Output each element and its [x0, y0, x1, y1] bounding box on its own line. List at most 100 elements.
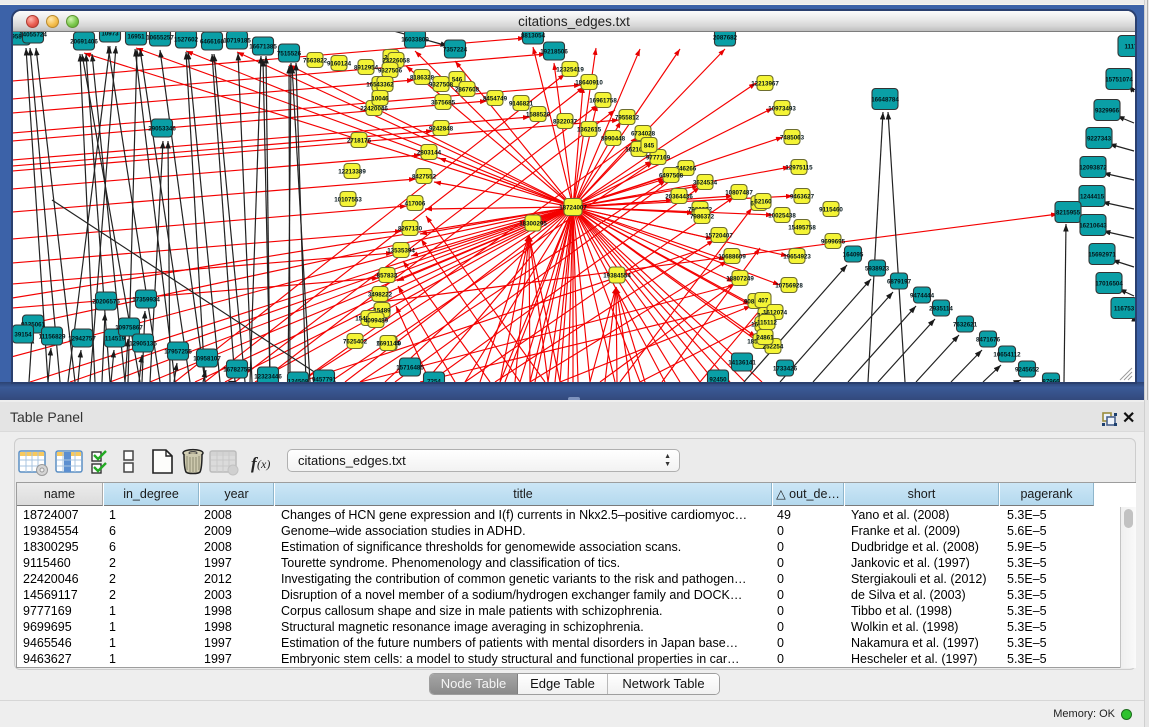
svg-text:14136141: 14136141 — [728, 360, 756, 367]
svg-text:19384554: 19384554 — [603, 273, 631, 280]
svg-text:15692971: 15692971 — [1088, 252, 1116, 259]
svg-text:10719185: 10719185 — [223, 38, 251, 45]
svg-text:1244415: 1244415 — [1080, 194, 1105, 201]
svg-text:845: 845 — [644, 143, 655, 150]
svg-text:3624534: 3624534 — [693, 180, 718, 187]
svg-text:7986372: 7986372 — [690, 214, 715, 221]
svg-text:3675685: 3675685 — [431, 100, 456, 107]
svg-text:10655257: 10655257 — [146, 35, 174, 42]
svg-text:1733426: 1733426 — [773, 366, 798, 373]
svg-text:1588520: 1588520 — [526, 112, 551, 119]
svg-text:7485063: 7485063 — [780, 135, 805, 142]
svg-text:20691406: 20691406 — [70, 39, 98, 46]
svg-text:6734028: 6734028 — [631, 131, 656, 138]
svg-text:10958107: 10958107 — [193, 356, 221, 363]
svg-text:16648784: 16648784 — [871, 97, 899, 104]
svg-text:12213967: 12213967 — [751, 81, 779, 88]
svg-text:9242848: 9242848 — [429, 126, 454, 133]
svg-text:17359934: 17359934 — [132, 297, 160, 304]
svg-text:62160: 62160 — [754, 199, 772, 206]
svg-text:10046: 10046 — [371, 96, 389, 103]
svg-text:2867608: 2867608 — [455, 87, 480, 94]
svg-text:87966: 87966 — [1042, 379, 1060, 383]
svg-text:9227343: 9227343 — [1087, 136, 1112, 143]
svg-text:16210643: 16210643 — [1079, 223, 1107, 230]
svg-text:10973: 10973 — [101, 32, 119, 38]
svg-text:8912954: 8912954 — [354, 65, 379, 72]
svg-text:10654112: 10654112 — [993, 352, 1021, 359]
svg-text:10807487: 10807487 — [725, 190, 753, 197]
svg-text:7254: 7254 — [427, 379, 441, 383]
svg-text:8471676: 8471676 — [976, 337, 1001, 344]
svg-text:9777169: 9777169 — [646, 155, 671, 162]
svg-text:1691144: 1691144 — [376, 341, 400, 348]
svg-text:8427552: 8427552 — [412, 174, 437, 181]
svg-text:12093872: 12093872 — [1079, 165, 1107, 172]
svg-text:17957255: 17957255 — [164, 349, 192, 356]
svg-text:12942757: 12942757 — [68, 336, 96, 343]
svg-text:39154: 39154 — [14, 332, 32, 339]
svg-text:1117: 1117 — [1124, 44, 1135, 51]
svg-text:8186328: 8186328 — [410, 75, 435, 82]
svg-text:2087682: 2087682 — [713, 35, 738, 42]
svg-text:24861: 24861 — [756, 335, 774, 342]
svg-text:2718176: 2718176 — [347, 138, 372, 145]
svg-text:18724007: 18724007 — [559, 205, 587, 212]
svg-text:10025438: 10025438 — [768, 213, 796, 220]
svg-text:7663822: 7663822 — [303, 58, 328, 65]
svg-text:20206576: 20206576 — [92, 299, 120, 306]
svg-text:16782759: 16782759 — [223, 367, 251, 374]
svg-text:7625402: 7625402 — [343, 339, 368, 346]
svg-text:9463627: 9463627 — [790, 194, 815, 201]
svg-text:2803144: 2803144 — [417, 150, 442, 157]
svg-text:9160124: 9160124 — [327, 61, 352, 68]
svg-text:9327508: 9327508 — [429, 82, 454, 89]
svg-text:10107553: 10107553 — [334, 197, 362, 204]
svg-text:12323446: 12323446 — [254, 374, 282, 381]
svg-text:19654923: 19654923 — [783, 254, 811, 261]
svg-text:9474444: 9474444 — [910, 293, 935, 300]
svg-text:6497568: 6497568 — [659, 173, 684, 180]
svg-text:19218506: 19218506 — [540, 49, 568, 56]
svg-text:115112: 115112 — [757, 320, 778, 327]
svg-text:14055724: 14055724 — [19, 32, 47, 39]
svg-text:8454749: 8454749 — [483, 96, 508, 103]
svg-text:1527602: 1527602 — [174, 37, 199, 44]
svg-text:5938923: 5938923 — [865, 266, 890, 273]
svg-text:43362: 43362 — [376, 82, 394, 89]
svg-text:15716485: 15716485 — [396, 365, 424, 372]
svg-text:3498222: 3498222 — [368, 292, 393, 299]
svg-text:7357224: 7357224 — [443, 47, 468, 54]
svg-text:9327506: 9327506 — [378, 68, 403, 75]
svg-text:9245652: 9245652 — [1015, 367, 1040, 374]
svg-text:9329966: 9329966 — [1095, 108, 1120, 115]
svg-text:8267130: 8267130 — [398, 226, 423, 233]
svg-text:22420046: 22420046 — [360, 106, 388, 113]
svg-text:16671385: 16671385 — [249, 44, 277, 51]
svg-text:12325419: 12325419 — [556, 67, 584, 74]
svg-text:10975867: 10975867 — [115, 325, 143, 332]
svg-text:10973493: 10973493 — [768, 106, 796, 113]
svg-text:8813054: 8813054 — [521, 33, 546, 40]
svg-text:9115460: 9115460 — [819, 207, 843, 214]
svg-text:10688609: 10688609 — [718, 254, 746, 261]
svg-text:29053346: 29053346 — [148, 126, 176, 133]
svg-text:9457791: 9457791 — [312, 377, 337, 383]
svg-text:92450: 92450 — [709, 377, 727, 383]
svg-text:(x): (x) — [257, 457, 270, 471]
svg-text:8322037: 8322037 — [553, 119, 578, 126]
svg-text:16033809: 16033809 — [401, 37, 429, 44]
svg-text:124508: 124508 — [288, 379, 309, 383]
svg-text:164095: 164095 — [843, 252, 864, 259]
svg-text:116753: 116753 — [1114, 306, 1135, 313]
svg-text:7955812: 7955812 — [615, 115, 640, 122]
svg-text:10756928: 10756928 — [775, 283, 803, 290]
svg-text:7632621: 7632621 — [953, 322, 978, 329]
svg-text:12975115: 12975115 — [785, 165, 813, 172]
svg-text:857833: 857833 — [377, 273, 398, 280]
svg-text:9146821: 9146821 — [509, 101, 534, 108]
svg-text:13535394: 13535394 — [387, 248, 415, 255]
svg-text:16951: 16951 — [127, 34, 145, 41]
svg-text:8215955: 8215955 — [1056, 210, 1081, 217]
svg-text:6879197: 6879197 — [887, 279, 912, 286]
